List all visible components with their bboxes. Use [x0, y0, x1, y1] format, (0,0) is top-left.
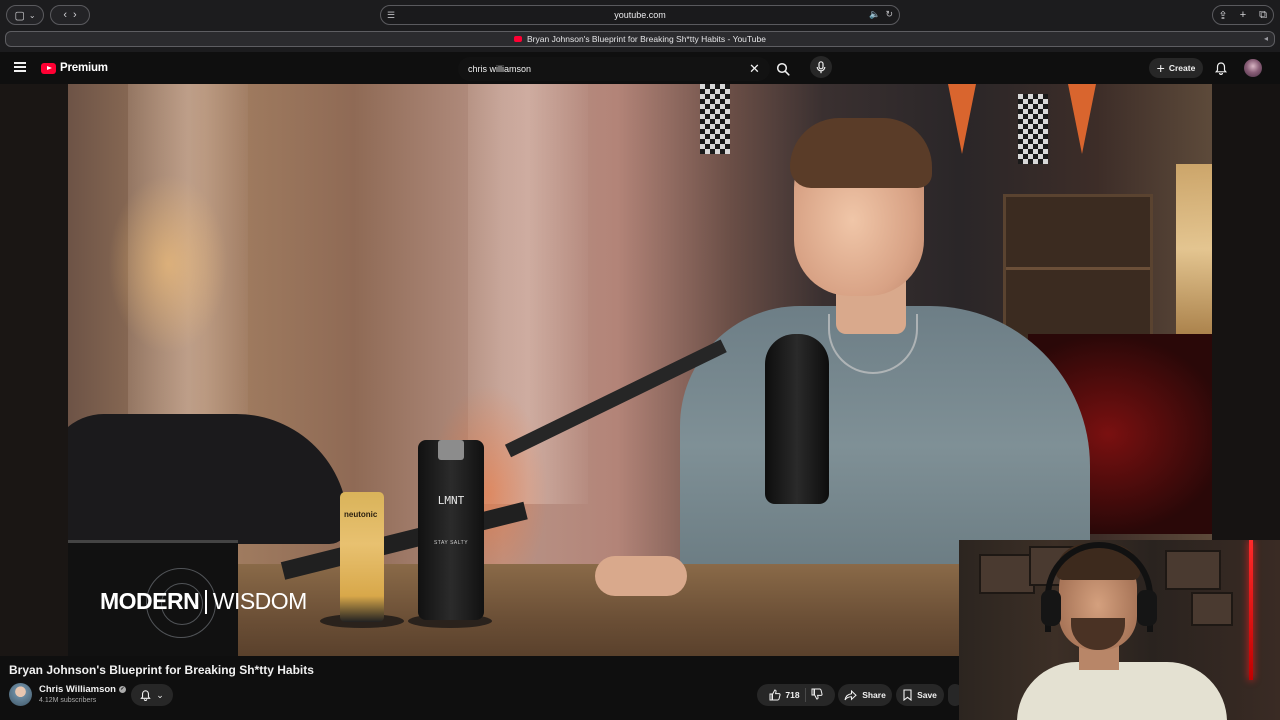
browser-chrome: ▢ ⌄ ‹ › ☰ youtube.com 🔈 ↻ ⇪ + ⧉ Bryan Jo… [0, 0, 1280, 52]
bell-icon [1215, 61, 1227, 75]
like-button[interactable]: 718 [769, 689, 800, 701]
like-dislike-group: 718 [757, 684, 835, 706]
sidebar-icon: ▢ [14, 9, 25, 22]
save-label: Save [917, 690, 937, 700]
player-letterbox-left [0, 84, 68, 656]
watermark-right: WISDOM [212, 588, 308, 614]
bell-icon [140, 689, 151, 701]
notifications-button[interactable] [1212, 59, 1230, 77]
audio-playing-icon[interactable]: 🔈 [869, 9, 880, 20]
divider [804, 688, 806, 702]
tab-overview-icon[interactable]: ⧉ [1253, 6, 1273, 24]
search-button[interactable] [771, 57, 795, 81]
new-tab-icon[interactable]: + [1233, 6, 1253, 24]
thumbs-up-icon [769, 689, 781, 701]
logo-text: Premium [60, 62, 108, 74]
navigation-buttons: ‹ › [50, 5, 90, 25]
watermark-divider [205, 589, 207, 614]
search-input[interactable]: chris williamson ✕ [458, 57, 770, 81]
like-count: 718 [785, 690, 800, 700]
player-letterbox-right [1212, 84, 1280, 540]
guest-hair [790, 118, 932, 188]
thumbs-down-icon [811, 688, 823, 700]
youtube-masthead: Premium chris williamson ✕ + Create [0, 52, 1280, 84]
bottle-cap [438, 440, 464, 460]
share-arrow-icon [844, 689, 857, 701]
drink-can: neutonic [340, 492, 384, 622]
video-title: Bryan Johnson's Blueprint for Breaking S… [9, 663, 314, 677]
background-car [68, 414, 348, 544]
bottle-logo: LMNT [437, 494, 465, 507]
wall-poster [1165, 550, 1221, 590]
save-button[interactable]: Save [896, 684, 944, 706]
plus-icon: + [1156, 59, 1165, 76]
watermark-left: MODERN [100, 588, 200, 614]
notification-preferences-button[interactable]: ⌄ [131, 684, 173, 706]
back-button[interactable]: ‹ [63, 9, 67, 21]
tab-title: Bryan Johnson's Blueprint for Breaking S… [527, 34, 766, 44]
tab-collapse-icon[interactable]: ◂ [1264, 34, 1268, 43]
clear-search-icon[interactable]: ✕ [749, 61, 760, 77]
wall-poster [979, 554, 1035, 594]
water-bottle [418, 440, 484, 620]
led-strip [1249, 540, 1253, 680]
youtube-favicon-icon [514, 36, 522, 42]
can-label: neutonic [344, 510, 378, 519]
share-icon[interactable]: ⇪ [1213, 6, 1233, 24]
streamer-shirt [1017, 662, 1227, 720]
pennant-flag [1068, 84, 1096, 154]
channel-name: Chris Williamson [39, 684, 116, 695]
sidebar-toggle-button[interactable]: ▢ ⌄ [6, 5, 44, 25]
toolbar-actions: ⇪ + ⧉ [1212, 5, 1274, 25]
account-avatar[interactable] [1244, 59, 1262, 77]
channel-watermark: MODERN WISDOM [100, 588, 307, 615]
channel-name-link[interactable]: Chris Williamson ✓ [39, 684, 126, 695]
wall-poster [1191, 592, 1233, 626]
channel-avatar[interactable] [9, 683, 32, 706]
browser-toolbar: ▢ ⌄ ‹ › ☰ youtube.com 🔈 ↻ ⇪ + ⧉ [0, 0, 1280, 30]
create-button[interactable]: + Create [1149, 58, 1203, 78]
dislike-button[interactable] [811, 688, 823, 702]
background-light [108, 174, 228, 354]
pennant-flag [948, 84, 976, 154]
headphone-earcup [1041, 590, 1061, 626]
youtube-play-icon [41, 62, 56, 74]
subscriber-count: 4.12M subscribers [39, 697, 97, 704]
create-label: Create [1168, 63, 1196, 73]
microphone-icon [816, 60, 826, 73]
address-bar[interactable]: ☰ youtube.com 🔈 ↻ [380, 5, 900, 25]
checkered-flag [700, 84, 730, 154]
checkered-flag [1018, 94, 1048, 164]
youtube-premium-logo[interactable]: Premium [41, 62, 108, 74]
share-button[interactable]: Share [838, 684, 892, 706]
voice-search-button[interactable] [810, 56, 832, 78]
headphone-earcup [1137, 590, 1157, 626]
bottle-tagline: STAY SALTY [433, 540, 469, 546]
share-label: Share [862, 690, 886, 700]
forward-button[interactable]: › [73, 9, 77, 21]
menu-icon[interactable] [14, 62, 26, 72]
search-icon [776, 62, 790, 76]
guest-hand [595, 556, 687, 596]
podcast-microphone [765, 334, 829, 504]
page-settings-icon[interactable]: ☰ [387, 10, 395, 21]
bookmark-icon [903, 689, 912, 701]
active-tab[interactable]: Bryan Johnson's Blueprint for Breaking S… [5, 31, 1275, 47]
background-lamp [1176, 164, 1212, 334]
webcam-overlay [959, 540, 1280, 720]
verified-icon: ✓ [118, 686, 126, 693]
reload-icon[interactable]: ↻ [885, 9, 893, 20]
search-query: chris williamson [468, 64, 532, 74]
chevron-down-icon: ⌄ [28, 10, 36, 20]
chevron-down-icon: ⌄ [156, 689, 164, 700]
url-text: youtube.com [614, 10, 666, 20]
